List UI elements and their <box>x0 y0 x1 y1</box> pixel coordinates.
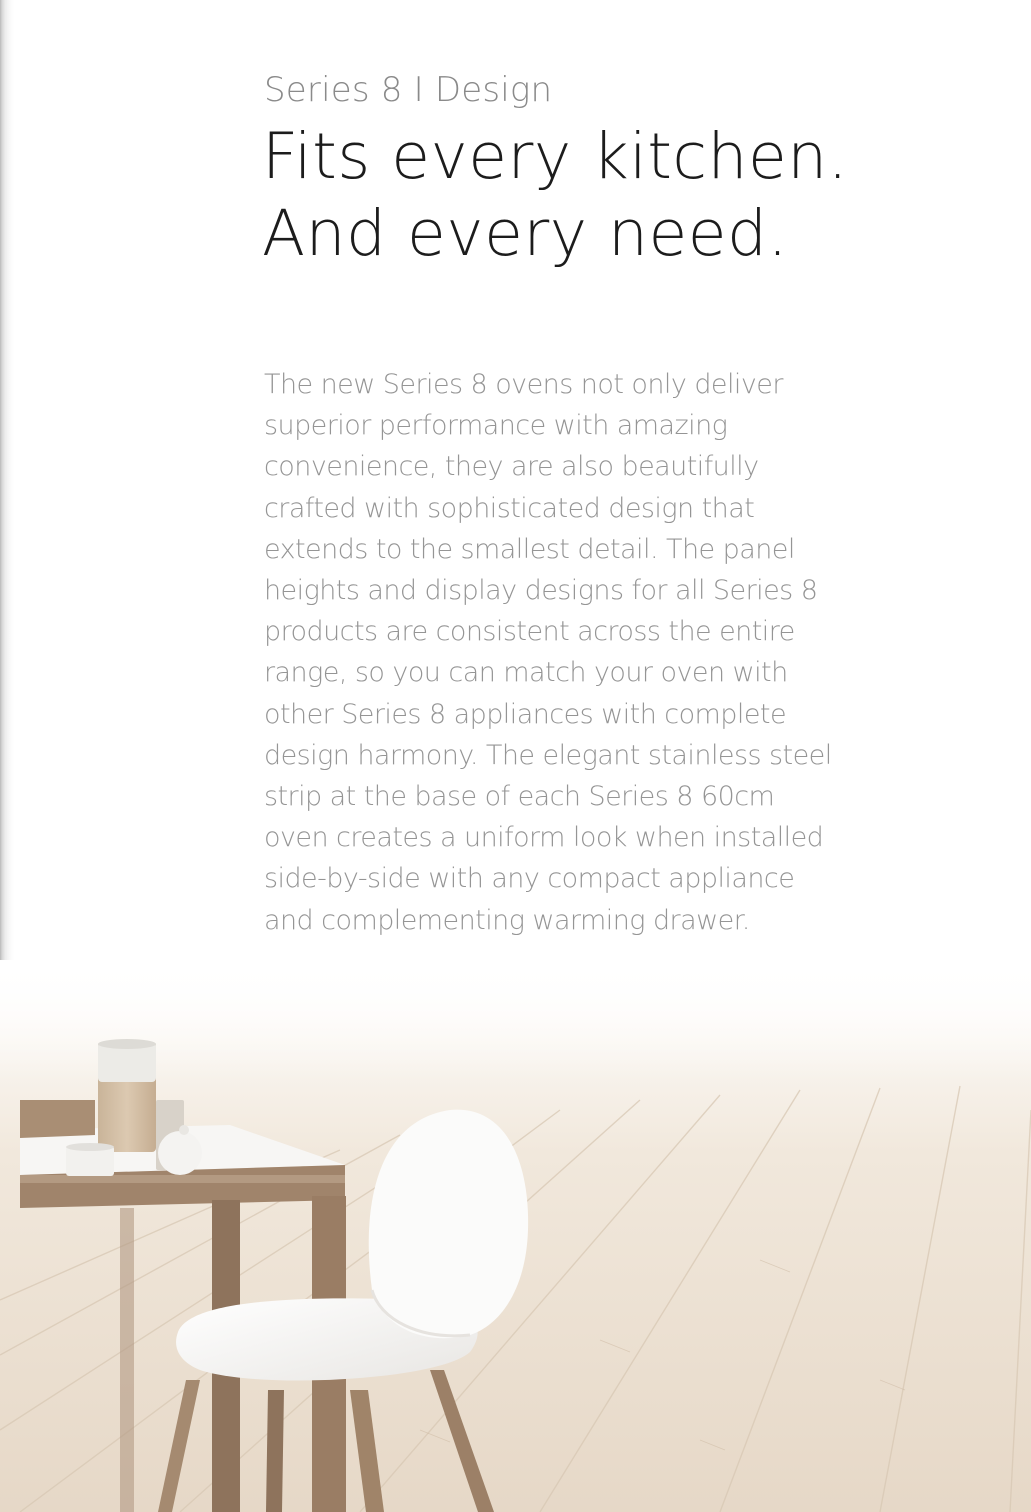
body-line: strip at the base of each Series 8 60cm <box>264 781 775 813</box>
body-line: The new Series 8 ovens not only deliver <box>264 369 783 400</box>
body-line: and complementing warming drawer. <box>264 904 750 936</box>
body-line: heights and display designs for all Seri… <box>264 575 818 607</box>
body-line: superior performance with amazing <box>264 410 728 442</box>
body-paragraph: The new Series 8 ovens not only deliver … <box>264 364 864 941</box>
kitchen-table-chair-photo <box>0 960 1031 1512</box>
body-line: design harmony. The elegant stainless st… <box>264 739 832 771</box>
body-line: crafted with sophisticated design that <box>264 492 755 524</box>
page-headline: Fits every kitchen. And every need. <box>262 118 848 272</box>
headline-line-2: And every need. <box>262 197 789 270</box>
brochure-page: Series 8 I Design Fits every kitchen. An… <box>0 0 1031 1512</box>
body-line: side-by-side with any compact appliance <box>264 863 795 895</box>
body-line: products are consistent across the entir… <box>264 616 795 648</box>
headline-line-1: Fits every kitchen. <box>262 120 849 193</box>
body-line: oven creates a uniform look when install… <box>264 822 824 854</box>
body-line: range, so you can match your oven with <box>264 657 788 689</box>
section-kicker: Series 8 I Design <box>264 70 553 110</box>
body-line: extends to the smallest detail. The pane… <box>264 533 795 565</box>
body-line: other Series 8 appliances with complete <box>264 698 787 730</box>
body-line: convenience, they are also beautifully <box>264 451 759 483</box>
